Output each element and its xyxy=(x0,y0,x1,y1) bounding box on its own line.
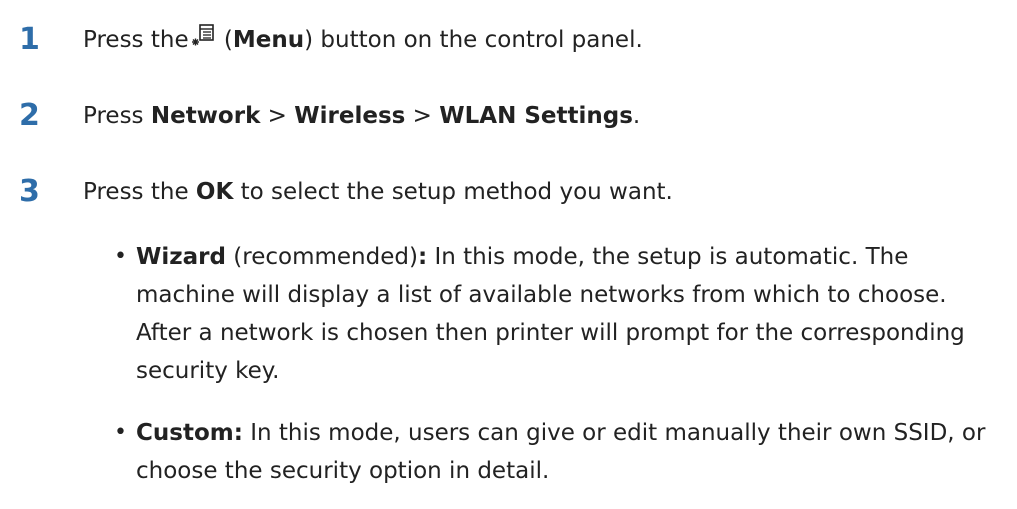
network-label: Network xyxy=(150,103,261,129)
step-text-post: to select the setup method you want. xyxy=(233,179,673,205)
step-text-pre: Press xyxy=(83,103,151,129)
wireless-label: Wireless xyxy=(294,103,406,129)
bullet-dot: • xyxy=(114,244,127,269)
step-text-paren: ( xyxy=(216,27,233,53)
custom-label: Custom: xyxy=(136,420,243,446)
step-text-post: ) button on the control panel. xyxy=(304,27,643,53)
bullet-text: Custom: In this mode, users can give or … xyxy=(136,414,996,490)
step-number: 1 xyxy=(19,22,40,57)
step-number: 3 xyxy=(19,174,40,209)
menu-label: Menu xyxy=(232,27,305,53)
ok-label: OK xyxy=(195,179,234,205)
custom-description: In this mode, users can give or edit man… xyxy=(136,420,986,484)
step-text: Press the OK to select the setup method … xyxy=(83,172,673,212)
step-number: 2 xyxy=(19,98,40,133)
bullet-dot: • xyxy=(114,420,127,445)
separator: > xyxy=(260,103,295,129)
wizard-colon: : xyxy=(417,244,428,270)
menu-icon xyxy=(191,23,215,49)
step-text-pre: Press the xyxy=(83,27,189,53)
wlan-settings-label: WLAN Settings xyxy=(439,103,633,129)
step-text-post: . xyxy=(632,103,641,129)
separator: > xyxy=(405,103,440,129)
wizard-note: (recommended) xyxy=(225,244,418,270)
wizard-label: Wizard xyxy=(136,244,226,270)
step-text-pre: Press the xyxy=(83,179,196,205)
bullet-text: Wizard (recommended): In this mode, the … xyxy=(136,238,996,390)
step-text: Press Network > Wireless > WLAN Settings… xyxy=(83,96,640,136)
step-text: Press the (Menu) button on the control p… xyxy=(83,20,643,60)
